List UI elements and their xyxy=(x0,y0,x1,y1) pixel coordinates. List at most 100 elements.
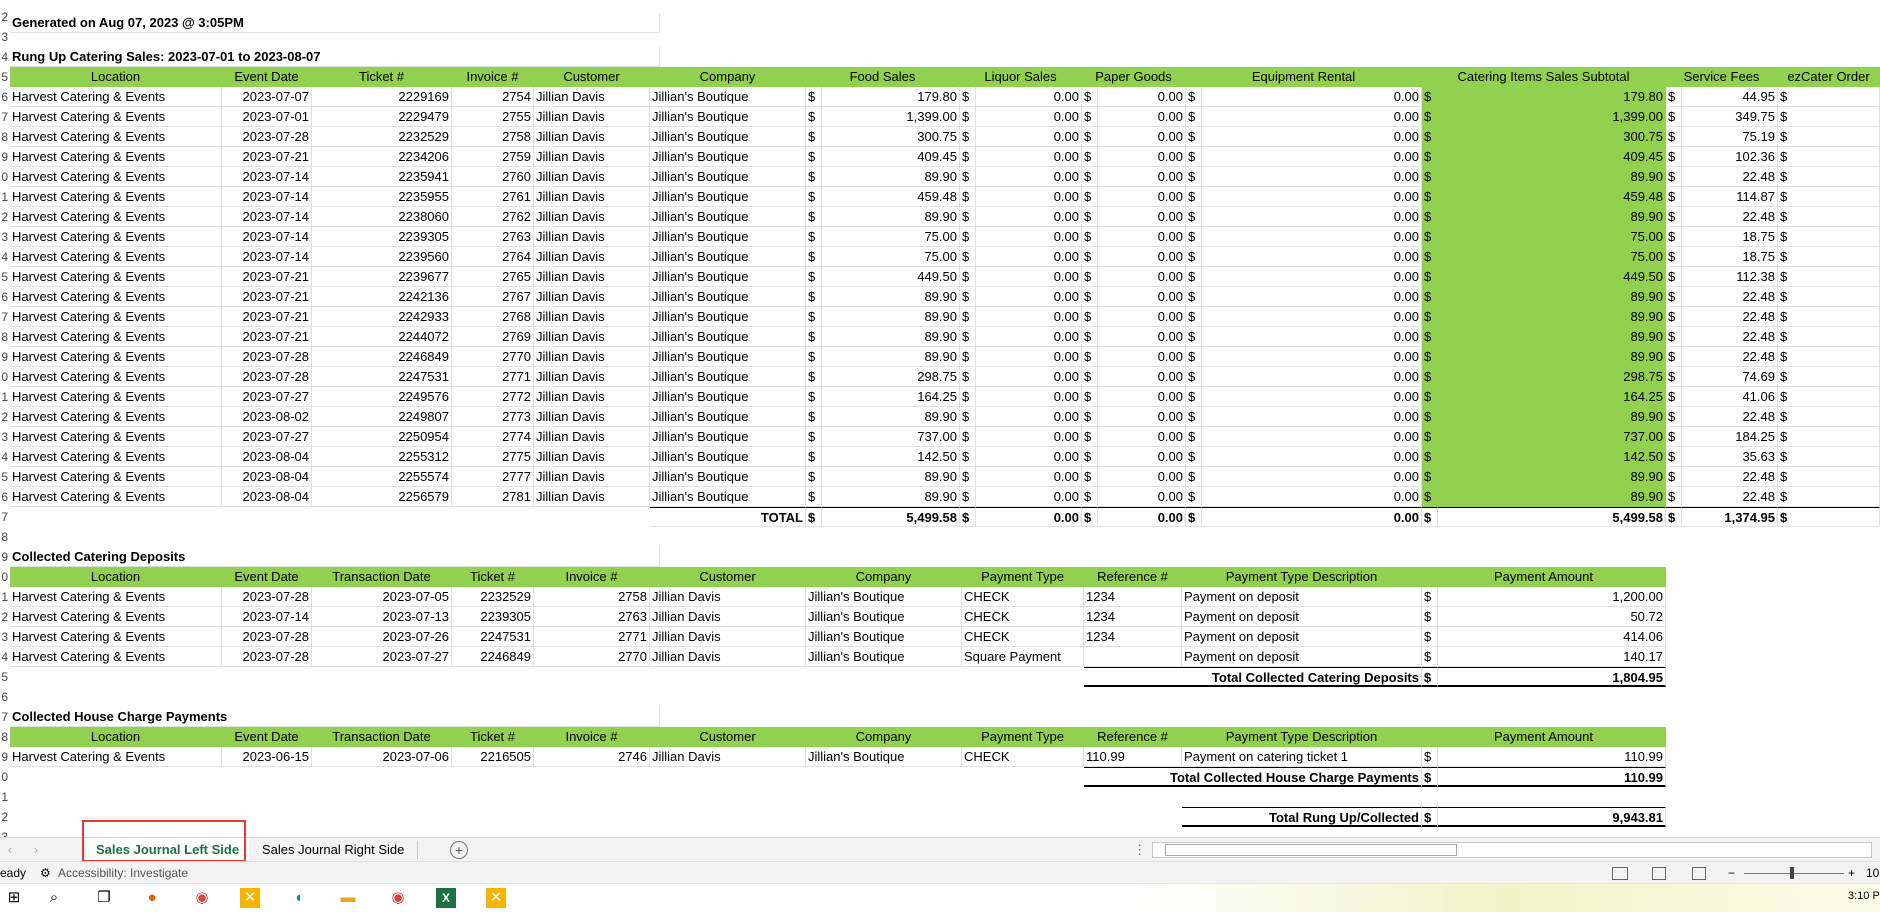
zoom-in-icon[interactable]: + xyxy=(1848,862,1855,884)
currency-symbol[interactable]: $ xyxy=(1082,487,1098,507)
row-number[interactable]: 6 xyxy=(0,287,8,307)
data-cell[interactable]: 2023-07-26 xyxy=(312,627,452,647)
data-cell[interactable]: 110.99 xyxy=(1084,747,1182,767)
currency-symbol[interactable]: $ xyxy=(1422,767,1438,787)
currency-symbol[interactable]: $ xyxy=(1186,327,1202,347)
currency-symbol[interactable]: $ xyxy=(1666,387,1682,407)
amount-cell[interactable]: 0.00 xyxy=(1098,267,1186,287)
currency-symbol[interactable]: $ xyxy=(960,347,976,367)
currency-symbol[interactable]: $ xyxy=(1082,427,1098,447)
currency-symbol[interactable]: $ xyxy=(960,387,976,407)
data-cell[interactable]: Jillian's Boutique xyxy=(650,407,806,427)
currency-symbol[interactable]: $ xyxy=(1422,387,1438,407)
column-header[interactable]: Service Fees xyxy=(1666,67,1778,87)
currency-symbol[interactable]: $ xyxy=(1666,307,1682,327)
total-amount[interactable]: 110.99 xyxy=(1438,767,1666,787)
total-label[interactable]: Total Collected Catering Deposits xyxy=(1084,667,1422,687)
currency-symbol[interactable]: $ xyxy=(1082,387,1098,407)
row-number[interactable]: 7 xyxy=(0,107,8,127)
section-title[interactable]: Collected Catering Deposits xyxy=(10,547,660,567)
currency-symbol[interactable]: $ xyxy=(1778,307,1880,327)
data-cell[interactable]: Harvest Catering & Events xyxy=(10,287,222,307)
data-cell[interactable]: 2023-07-14 xyxy=(222,227,312,247)
column-header[interactable]: Liquor Sales xyxy=(960,67,1082,87)
amount-cell[interactable]: 0.00 xyxy=(1098,347,1186,367)
currency-symbol[interactable]: $ xyxy=(1778,327,1880,347)
amount-cell[interactable]: 0.00 xyxy=(1202,387,1422,407)
data-cell[interactable]: Jillian Davis xyxy=(650,587,806,607)
data-cell[interactable]: Jillian Davis xyxy=(534,187,650,207)
data-cell[interactable]: 2023-07-27 xyxy=(222,427,312,447)
row-number[interactable]: 4 xyxy=(0,247,8,267)
currency-symbol[interactable]: $ xyxy=(960,247,976,267)
amount-cell[interactable]: 0.00 xyxy=(1098,127,1186,147)
amount-cell[interactable]: 0.00 xyxy=(1098,327,1186,347)
currency-symbol[interactable]: $ xyxy=(960,367,976,387)
data-cell[interactable]: Harvest Catering & Events xyxy=(10,427,222,447)
row-number[interactable]: 7 xyxy=(0,507,8,527)
currency-symbol[interactable]: $ xyxy=(1666,267,1682,287)
amount-cell[interactable]: 89.90 xyxy=(1438,327,1666,347)
data-cell[interactable]: 2760 xyxy=(452,167,534,187)
amount-cell[interactable]: 89.90 xyxy=(822,347,960,367)
data-cell[interactable]: Jillian Davis xyxy=(534,167,650,187)
add-sheet-icon[interactable]: + xyxy=(450,841,468,859)
data-cell[interactable]: Payment on deposit xyxy=(1182,587,1422,607)
currency-symbol[interactable]: $ xyxy=(1186,127,1202,147)
accessibility-status[interactable]: Accessibility: Investigate xyxy=(58,862,188,884)
amount-cell[interactable]: 0.00 xyxy=(976,167,1082,187)
currency-symbol[interactable]: $ xyxy=(1422,167,1438,187)
data-cell[interactable]: Jillian Davis xyxy=(534,247,650,267)
data-cell[interactable]: 2249807 xyxy=(312,407,452,427)
amount-cell[interactable]: 89.90 xyxy=(1438,287,1666,307)
currency-symbol[interactable]: $ xyxy=(806,187,822,207)
currency-symbol[interactable]: $ xyxy=(1666,107,1682,127)
data-cell[interactable]: Harvest Catering & Events xyxy=(10,327,222,347)
column-header[interactable]: Company xyxy=(650,67,806,87)
currency-symbol[interactable]: $ xyxy=(1666,447,1682,467)
currency-symbol[interactable]: $ xyxy=(806,327,822,347)
currency-symbol[interactable]: $ xyxy=(1422,127,1438,147)
row-number[interactable]: 7 xyxy=(0,707,8,727)
currency-symbol[interactable]: $ xyxy=(960,427,976,447)
currency-symbol[interactable]: $ xyxy=(806,167,822,187)
windows-start-icon[interactable]: ⊞ xyxy=(4,888,24,908)
data-cell[interactable]: 2770 xyxy=(534,647,650,667)
data-cell[interactable]: 2777 xyxy=(452,467,534,487)
section-title[interactable]: Collected House Charge Payments xyxy=(10,707,660,727)
amount-cell[interactable]: 0.00 xyxy=(1202,347,1422,367)
currency-symbol[interactable]: $ xyxy=(1778,207,1880,227)
currency-symbol[interactable]: $ xyxy=(1778,127,1880,147)
data-cell[interactable]: Jillian's Boutique xyxy=(650,187,806,207)
amount-cell[interactable]: 179.80 xyxy=(1438,87,1666,107)
total-amount[interactable]: 9,943.81 xyxy=(1438,807,1666,827)
data-cell[interactable]: Jillian Davis xyxy=(534,327,650,347)
currency-symbol[interactable]: $ xyxy=(960,87,976,107)
currency-symbol[interactable]: $ xyxy=(1778,87,1880,107)
data-cell[interactable]: Jillian's Boutique xyxy=(806,647,962,667)
currency-symbol[interactable]: $ xyxy=(1666,467,1682,487)
amount-cell[interactable]: 142.50 xyxy=(1438,447,1666,467)
data-cell[interactable]: 1234 xyxy=(1084,587,1182,607)
amount-cell[interactable]: 0.00 xyxy=(976,147,1082,167)
column-header[interactable]: Payment Type xyxy=(962,567,1084,587)
currency-symbol[interactable]: $ xyxy=(960,487,976,507)
amount-cell[interactable]: 0.00 xyxy=(1098,207,1186,227)
currency-symbol[interactable]: $ xyxy=(806,447,822,467)
data-cell[interactable]: 2023-07-28 xyxy=(222,627,312,647)
data-cell[interactable]: Jillian's Boutique xyxy=(650,347,806,367)
currency-symbol[interactable]: $ xyxy=(1778,227,1880,247)
amount-cell[interactable]: 298.75 xyxy=(822,367,960,387)
currency-symbol[interactable]: $ xyxy=(1778,267,1880,287)
amount-cell[interactable]: 0.00 xyxy=(976,327,1082,347)
amount-cell[interactable]: 89.90 xyxy=(822,407,960,427)
column-header[interactable]: Payment Type xyxy=(962,727,1084,747)
currency-symbol[interactable]: $ xyxy=(1666,167,1682,187)
row-number[interactable]: 0 xyxy=(0,167,8,187)
currency-symbol[interactable]: $ xyxy=(1422,607,1438,627)
data-cell[interactable]: Harvest Catering & Events xyxy=(10,627,222,647)
amount-cell[interactable]: 0.00 xyxy=(1098,407,1186,427)
amount-cell[interactable]: 0.00 xyxy=(1202,427,1422,447)
data-cell[interactable]: Harvest Catering & Events xyxy=(10,187,222,207)
currency-symbol[interactable]: $ xyxy=(1186,187,1202,207)
